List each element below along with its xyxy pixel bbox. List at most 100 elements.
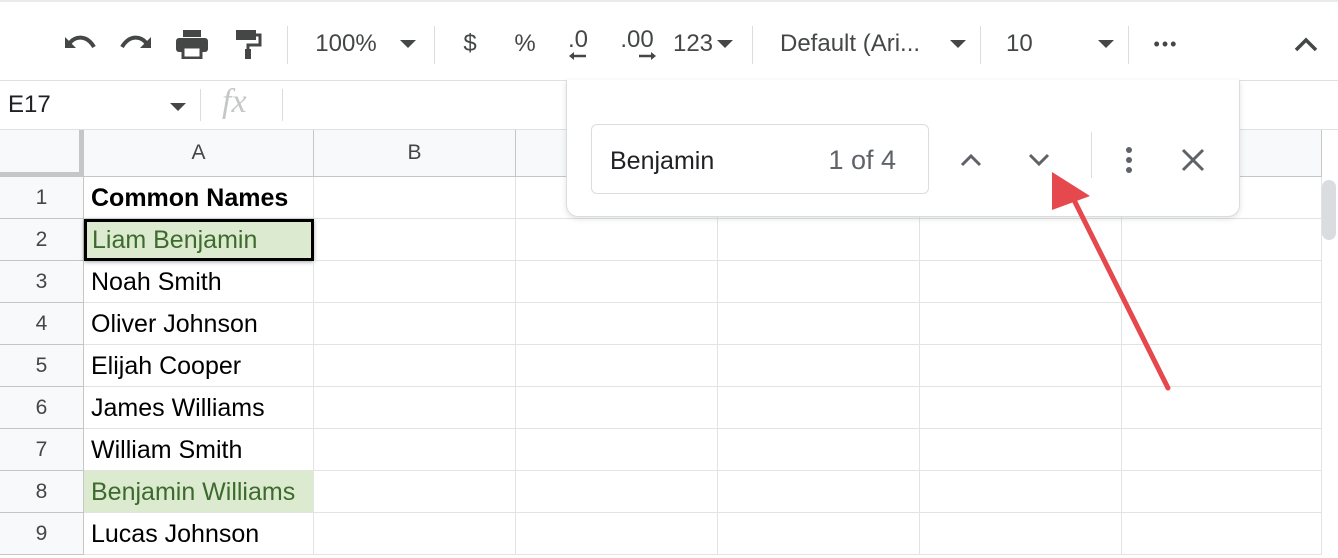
table-cell[interactable] — [718, 219, 920, 261]
table-cell[interactable] — [1122, 387, 1322, 429]
table-cell[interactable] — [314, 429, 516, 471]
table-cell[interactable] — [314, 471, 516, 513]
select-all-corner[interactable] — [0, 130, 84, 177]
table-cell[interactable] — [920, 219, 1122, 261]
table-cell[interactable] — [920, 303, 1122, 345]
table-cell[interactable] — [314, 303, 516, 345]
more-options-button[interactable]: ••• — [1146, 24, 1186, 64]
more-formats-label: 123 — [672, 30, 714, 57]
table-cell[interactable] — [718, 261, 920, 303]
close-find-button[interactable] — [1173, 140, 1213, 180]
divider — [752, 26, 753, 64]
name-box[interactable]: E17 — [8, 91, 51, 119]
previous-match-button[interactable] — [951, 140, 991, 180]
table-cell[interactable] — [718, 429, 920, 471]
arrow-left-icon — [569, 52, 586, 60]
cell-a8[interactable]: Benjamin Williams — [84, 471, 314, 513]
undo-icon[interactable] — [60, 24, 100, 64]
paint-format-icon[interactable] — [228, 24, 268, 64]
table-cell[interactable] — [920, 261, 1122, 303]
row-header[interactable]: 9 — [0, 513, 84, 555]
table-cell[interactable] — [718, 471, 920, 513]
table-cell[interactable] — [1122, 471, 1322, 513]
font-select[interactable]: Default (Ari... — [780, 24, 966, 64]
divider — [980, 26, 981, 64]
row-header[interactable]: 1 — [0, 177, 84, 219]
divider — [1091, 132, 1092, 178]
find-match-count: 1 of 4 — [828, 145, 896, 175]
zoom-value: 100% — [315, 30, 377, 57]
cell-a6[interactable]: James Williams — [84, 387, 314, 429]
table-cell[interactable] — [516, 387, 718, 429]
table-cell[interactable] — [1122, 429, 1322, 471]
table-cell[interactable] — [1122, 345, 1322, 387]
table-cell[interactable] — [314, 177, 516, 219]
font-size-select[interactable]: 10 — [1006, 24, 1114, 64]
divider — [282, 89, 283, 121]
table-cell[interactable] — [920, 513, 1122, 555]
row-header[interactable]: 8 — [0, 471, 84, 513]
zoom-select[interactable]: 100% — [310, 24, 382, 64]
percent-format-button[interactable]: % — [510, 24, 540, 64]
table-cell[interactable] — [516, 471, 718, 513]
table-cell[interactable] — [920, 387, 1122, 429]
vertical-scrollbar[interactable] — [1322, 180, 1336, 240]
arrow-right-icon — [639, 52, 656, 60]
table-cell[interactable] — [516, 345, 718, 387]
cell-a1[interactable]: Common Names — [84, 177, 314, 219]
table-cell[interactable] — [920, 345, 1122, 387]
row-header[interactable]: 5 — [0, 345, 84, 387]
find-input[interactable]: Benjamin 1 of 4 — [591, 124, 929, 194]
table-cell[interactable] — [1122, 513, 1322, 555]
redo-icon[interactable] — [116, 24, 156, 64]
table-cell[interactable] — [718, 303, 920, 345]
table-cell[interactable] — [516, 429, 718, 471]
zoom-dropdown-icon[interactable] — [396, 24, 420, 64]
table-cell[interactable] — [516, 513, 718, 555]
increase-decimal-button[interactable]: .00 — [614, 24, 660, 64]
next-match-button[interactable] — [1019, 140, 1059, 180]
cell-a9[interactable]: Lucas Johnson — [84, 513, 314, 555]
cell-a5[interactable]: Elijah Cooper — [84, 345, 314, 387]
collapse-icon[interactable] — [1288, 24, 1324, 64]
row-header[interactable]: 3 — [0, 261, 84, 303]
find-options-button[interactable] — [1109, 140, 1149, 180]
more-formats-dropdown-icon — [717, 40, 734, 48]
font-size-value: 10 — [1006, 30, 1033, 57]
cell-a2[interactable]: Liam Benjamin — [84, 219, 314, 261]
table-cell[interactable] — [1122, 303, 1322, 345]
table-cell[interactable] — [314, 345, 516, 387]
cell-a3[interactable]: Noah Smith — [84, 261, 314, 303]
table-cell[interactable] — [314, 387, 516, 429]
column-header-a[interactable]: A — [84, 130, 314, 177]
cell-a7[interactable]: William Smith — [84, 429, 314, 471]
find-panel: Benjamin 1 of 4 — [566, 80, 1240, 217]
table-cell[interactable] — [718, 345, 920, 387]
decrease-decimal-button[interactable]: .0 — [558, 24, 598, 64]
row-header[interactable]: 2 — [0, 219, 84, 261]
divider — [287, 26, 288, 64]
table-cell[interactable] — [718, 387, 920, 429]
column-header-b[interactable]: B — [314, 130, 516, 177]
table-cell[interactable] — [1122, 219, 1322, 261]
table-cell[interactable] — [516, 261, 718, 303]
fx-icon: fx — [222, 83, 247, 120]
table-cell[interactable] — [516, 303, 718, 345]
table-cell[interactable] — [920, 429, 1122, 471]
currency-format-button[interactable]: $ — [456, 24, 484, 64]
table-cell[interactable] — [920, 471, 1122, 513]
divider — [200, 89, 201, 121]
table-cell[interactable] — [718, 513, 920, 555]
name-box-dropdown-icon[interactable] — [170, 103, 186, 111]
row-header[interactable]: 6 — [0, 387, 84, 429]
table-cell[interactable] — [314, 261, 516, 303]
table-cell[interactable] — [1122, 261, 1322, 303]
table-cell[interactable] — [314, 513, 516, 555]
row-header[interactable]: 7 — [0, 429, 84, 471]
table-cell[interactable] — [314, 219, 516, 261]
more-formats-button[interactable]: 123 — [670, 24, 736, 64]
table-cell[interactable] — [516, 219, 718, 261]
row-header[interactable]: 4 — [0, 303, 84, 345]
print-icon[interactable] — [172, 24, 212, 64]
cell-a4[interactable]: Oliver Johnson — [84, 303, 314, 345]
